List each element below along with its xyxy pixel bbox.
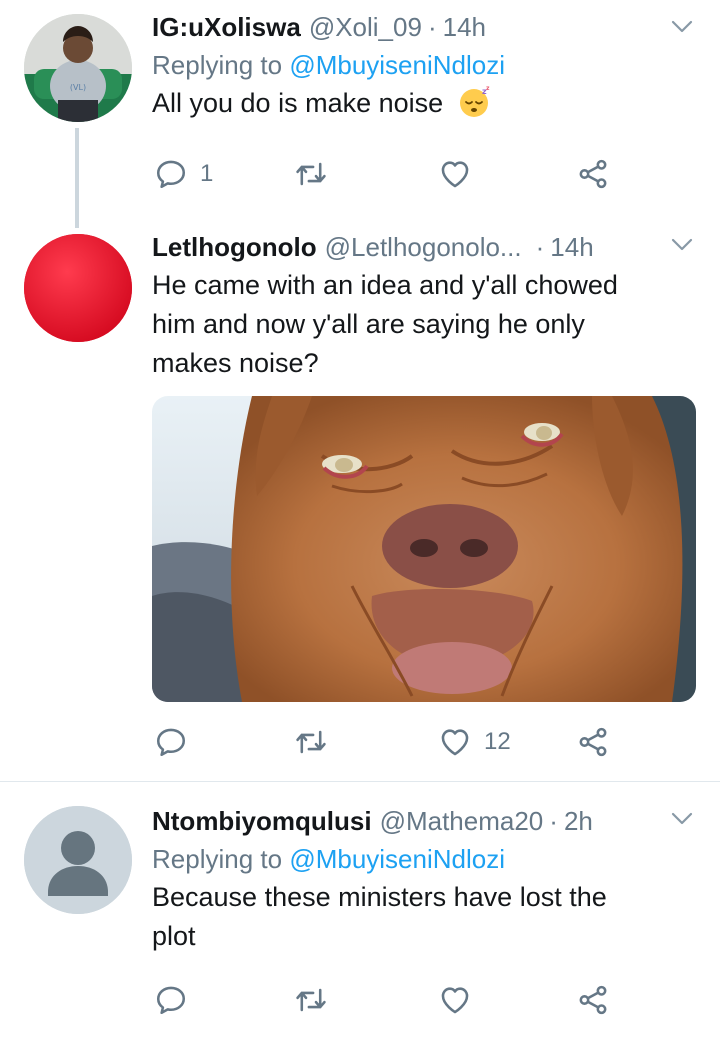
tweet-actions: 12 [152,722,632,762]
timestamp[interactable]: 2h [564,802,593,840]
chevron-down-icon[interactable] [668,234,696,256]
replying-to: Replying to @MbuyiseniNdlozi [152,46,696,84]
reply-icon [154,983,188,1017]
timestamp[interactable]: 14h [443,8,486,46]
avatar-photo: (VL) [24,14,132,122]
retweet-icon [294,725,328,759]
share-button[interactable] [576,154,610,194]
like-button[interactable] [438,980,472,1020]
tweet-text: All you do is make noise z z [152,84,696,123]
display-name[interactable]: Ntombiyomqulusi [152,802,372,840]
avatar[interactable]: (VL) [24,14,132,122]
mention-link[interactable]: @MbuyiseniNdlozi [289,844,505,874]
user-handle[interactable]: @Xoli_09 [309,8,422,46]
retweet-icon [294,983,328,1017]
share-icon [576,157,610,191]
like-icon [438,983,472,1017]
timestamp[interactable]: 14h [550,228,593,266]
svg-text:z: z [486,85,490,92]
user-handle[interactable]: @Letlhogonolo... [325,228,522,266]
reply-button[interactable]: 1 [154,154,213,194]
separator-dot: · [549,806,558,836]
tweet-media-image[interactable] [152,396,696,702]
separator-dot: · [427,12,437,42]
tweet-header: Letlhogonolo @Letlhogonolo... · 14h [152,228,696,266]
default-profile-icon [24,806,132,914]
user-handle[interactable]: @Mathema20 [380,802,544,840]
chevron-down-icon[interactable] [668,808,696,830]
chevron-down-icon[interactable] [668,16,696,38]
tweet-actions: 1 [152,154,632,194]
like-count: 12 [484,728,511,755]
tweet-text: He came with an idea and y'all chowed hi… [152,266,696,383]
tweet-text-line: He came with an idea and y'all chowed [152,270,618,300]
display-name[interactable]: IG:uXoliswa [152,8,301,46]
share-icon [576,983,610,1017]
sleeping-face-emoji-icon: z z [459,85,490,117]
reply-button[interactable] [154,980,188,1020]
tweet-text: Because these ministers have lost the pl… [152,878,696,956]
display-name[interactable]: Letlhogonolo [152,228,317,266]
reply-icon [154,157,188,191]
tweet-actions [152,980,632,1020]
avatar[interactable] [24,234,132,342]
svg-text:(VL): (VL) [70,83,86,92]
share-button[interactable] [576,722,610,762]
retweet-button[interactable] [294,154,328,194]
like-icon [438,157,472,191]
dog-photo [152,396,696,702]
like-icon [438,725,472,759]
tweet-text-line: All you do is make noise [152,88,444,118]
like-button[interactable] [438,154,472,194]
tweet-header: Ntombiyomqulusi @Mathema20 · 2h [152,802,696,840]
tweet-text-line: him and now y'all are saying he only [152,309,585,339]
tweet-text-line: plot [152,921,196,951]
retweet-button[interactable] [294,980,328,1020]
replying-to: Replying to @MbuyiseniNdlozi [152,840,696,878]
reply-count: 1 [200,160,214,187]
retweet-button[interactable] [294,722,328,762]
tweet-text-line: makes noise? [152,348,319,378]
replying-to-label: Replying to [152,50,290,80]
share-icon [576,725,610,759]
tweet[interactable]: (VL) IG:uXoliswa @Xoli_09 · 14h Replying… [0,0,720,210]
separator-dot: · [535,232,545,262]
tweet[interactable]: Letlhogonolo @Letlhogonolo... · 14h He c… [0,226,720,782]
tweet-text-line: Because these ministers have lost the [152,882,607,912]
mention-link[interactable]: @MbuyiseniNdlozi [289,50,505,80]
retweet-icon [294,157,328,191]
replying-to-label: Replying to [152,844,290,874]
like-button[interactable]: 12 [438,722,511,762]
share-button[interactable] [576,980,610,1020]
tweet-header: IG:uXoliswa @Xoli_09 · 14h [152,8,696,46]
reply-icon [154,725,188,759]
avatar[interactable] [24,806,132,914]
reply-button[interactable] [154,722,188,762]
avatar-photo [24,234,132,342]
tweet[interactable]: Ntombiyomqulusi @Mathema20 · 2h Replying… [0,782,720,1043]
